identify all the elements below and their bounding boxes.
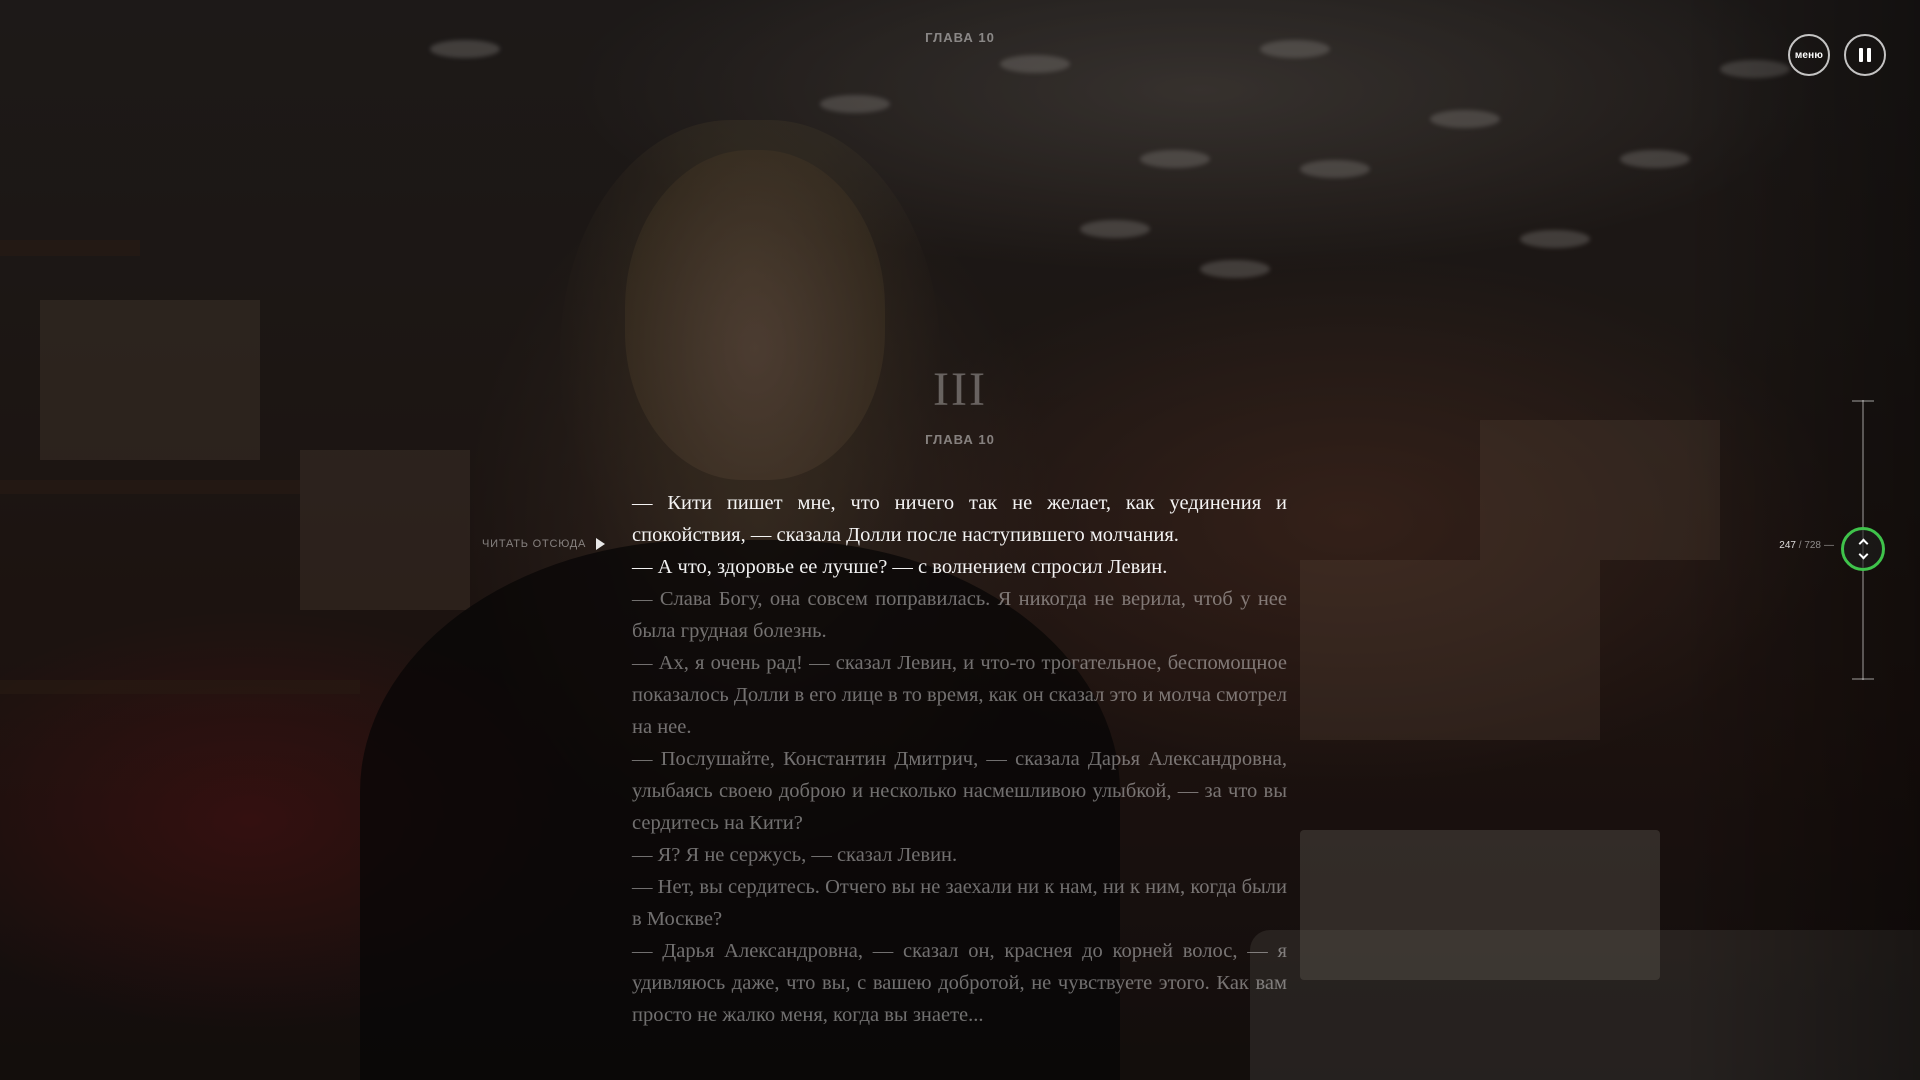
menu-button[interactable]: меню (1788, 34, 1830, 76)
reader-screen: ГЛАВА 10 меню III ГЛАВА 10 ЧИТАТЬ ОТСЮДА… (0, 0, 1920, 1080)
top-chapter-label: ГЛАВА 10 (925, 30, 995, 45)
part-number: III (933, 363, 987, 416)
chapter-heading: ГЛАВА 10 (925, 432, 995, 447)
menu-button-label: меню (1794, 49, 1824, 61)
play-icon (596, 538, 606, 550)
pause-button[interactable] (1844, 34, 1886, 76)
paragraph: — Дарья Александровна, — сказал он, крас… (632, 940, 1287, 1026)
read-from-here-label: ЧИТАТЬ ОТСЮДА (482, 538, 587, 550)
page-current: 247 (1779, 540, 1796, 551)
paragraph-current: — Кити пишет мне, что ничего так не жела… (632, 492, 1287, 546)
top-controls: меню (1788, 34, 1886, 76)
paragraph: — Слава Богу, она совсем поправилась. Я … (632, 588, 1287, 642)
chevron-up-icon (1858, 538, 1868, 549)
paragraph: — Послушайте, Константин Дмитрич, — сказ… (632, 748, 1287, 834)
paragraph-current: — А что, здоровье ее лучше? — с волнение… (632, 556, 1168, 578)
paragraph: — Я? Я не сержусь, — сказал Левин. (632, 844, 958, 866)
scroller-handle[interactable] (1841, 527, 1885, 571)
pause-icon (1859, 48, 1871, 62)
page-counter-dash: — (1824, 540, 1834, 551)
book-text: — Кити пишет мне, что ничего так не жела… (632, 487, 1287, 1031)
page-total: 728 (1804, 540, 1821, 551)
paragraph: — Нет, вы сердитесь. Отчего вы не заехал… (632, 876, 1287, 930)
scroller-bottom-cap (1852, 678, 1874, 680)
paragraph: — Ах, я очень рад! — сказал Левин, и что… (632, 652, 1287, 738)
page-counter: 247 / 728— (1779, 540, 1834, 551)
chevron-down-icon (1858, 549, 1868, 560)
read-from-here-button[interactable]: ЧИТАТЬ ОТСЮДА (482, 538, 606, 550)
page-separator: / (1798, 540, 1802, 551)
